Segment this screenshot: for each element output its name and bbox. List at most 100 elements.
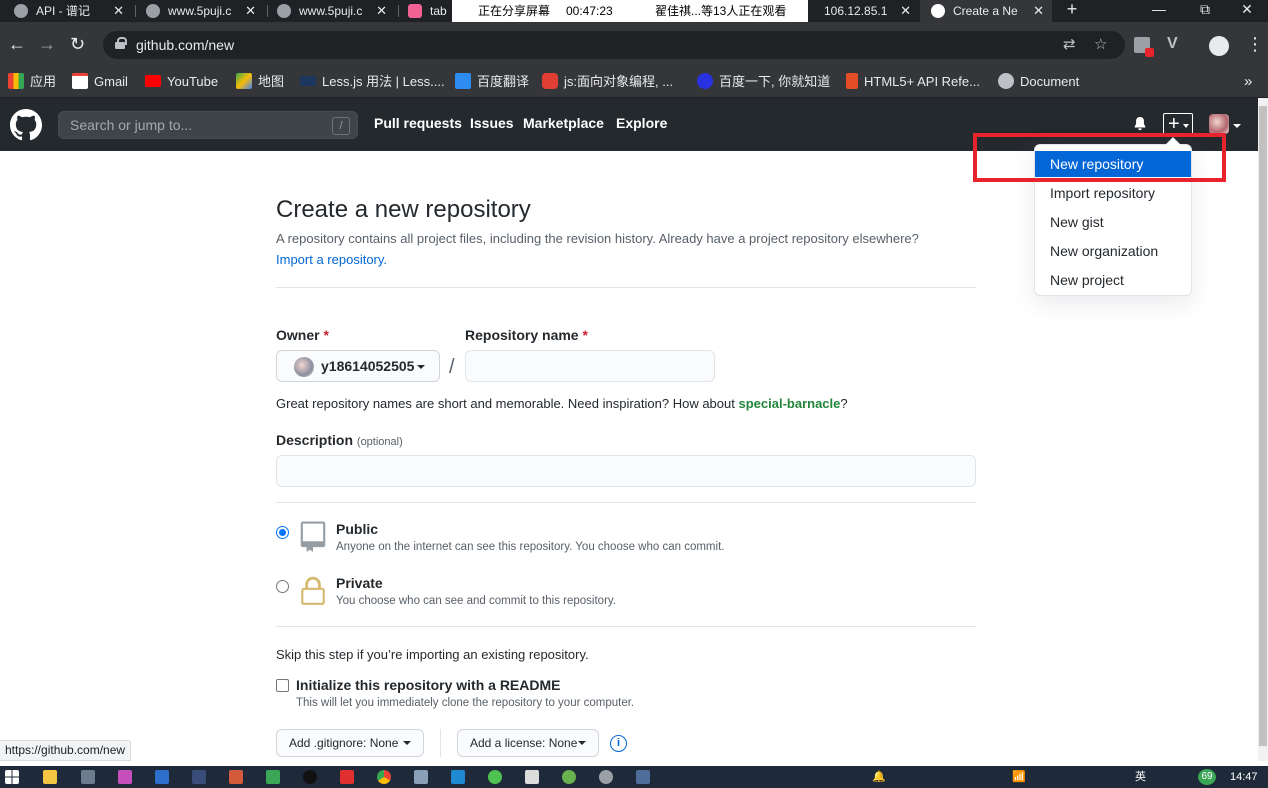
owner-value: y18614052505 [321,358,415,374]
page-scrollbar[interactable] [1258,98,1268,761]
browser-tab[interactable]: 106.12.85.1 ✕ [815,0,919,22]
menu-item-new-project[interactable]: New project [1035,267,1191,293]
bookmark-item[interactable]: 地图 [236,71,284,93]
browser-tab-active[interactable]: Create a Ne ✕ [920,0,1052,22]
lock-icon [115,37,127,49]
globe-icon [998,73,1014,89]
browser-tab[interactable]: www.5puji.c ✕ [277,0,395,22]
bookmark-item[interactable]: Less.js 用法 | Less.... [300,71,445,93]
close-tab-icon[interactable]: ✕ [1033,0,1044,22]
minimize-button[interactable]: — [1136,0,1182,22]
html5-icon [846,73,858,89]
github-logo-icon[interactable] [10,109,42,141]
tray-badge[interactable]: 69 [1198,769,1216,785]
bell-icon[interactable] [1133,117,1147,131]
bookmark-item[interactable]: js:面向对象编程, ... [542,71,673,93]
description-input[interactable] [276,455,976,487]
private-radio[interactable] [276,580,289,593]
bookmark-item[interactable]: 百度一下, 你就知道 [697,71,830,93]
browser-tab[interactable]: API - 谱记 ✕ [14,0,132,22]
app-icon[interactable] [525,770,539,784]
scrollbar-thumb[interactable] [1259,106,1267,746]
menu-dots-icon[interactable]: ⋮ [1246,34,1264,54]
avatar[interactable] [1209,114,1229,134]
url-text[interactable]: github.com/new [136,37,234,53]
browser-tab[interactable]: www.5puji.c ✕ [146,0,264,22]
profile-icon[interactable] [1209,36,1229,56]
required-mark: * [323,327,329,343]
app-icon[interactable] [192,770,206,784]
translate-icon[interactable]: ⇄ [1063,37,1076,53]
xmind-icon[interactable] [340,770,354,784]
back-icon[interactable]: ← [8,34,26,54]
vimium-icon[interactable]: V [1167,34,1178,54]
search-input[interactable] [59,112,329,138]
app-icon[interactable] [155,770,169,784]
nav-explore[interactable]: Explore [616,115,667,131]
app-icon[interactable] [118,770,132,784]
menu-item-import-repository[interactable]: Import repository [1035,180,1191,206]
info-icon[interactable]: i [610,735,627,752]
readme-label[interactable]: Initialize this repository with a README [296,677,560,693]
optional-hint: (optional) [356,436,403,448]
owner-select[interactable]: y18614052505 [276,350,440,382]
lock-icon [301,576,325,605]
gitignore-select[interactable]: Add .gitignore: None [276,729,424,757]
close-window-button[interactable]: ✕ [1224,0,1268,22]
bookmark-item[interactable]: 应用 [8,71,56,93]
divider [276,502,976,503]
owner-label: Owner * [276,327,329,343]
app-icon[interactable] [414,770,428,784]
import-repository-link[interactable]: Import a repository. [276,252,387,267]
app-icon[interactable] [636,770,650,784]
tab-title: API - 谱记 [36,4,91,18]
maximize-button[interactable]: ⧉ [1182,0,1228,22]
forward-icon[interactable]: → [38,34,56,54]
close-tab-icon[interactable]: ✕ [245,0,256,22]
close-tab-icon[interactable]: ✕ [900,0,911,22]
bookmark-item[interactable]: YouTube [145,71,218,93]
bookmark-item[interactable]: Document [998,71,1079,93]
chrome-icon[interactable] [377,770,391,784]
qq-icon[interactable] [303,770,317,784]
app-icon[interactable] [488,770,502,784]
new-tab-button[interactable]: + [1050,0,1094,22]
chevron-down-icon[interactable] [1233,124,1241,128]
clock[interactable]: 14:47 [1230,769,1258,785]
bookmarks-overflow-button[interactable]: » [1244,71,1252,93]
public-radio[interactable] [276,526,289,539]
input-method-indicator[interactable]: 英 [1135,769,1146,785]
license-select[interactable]: Add a license: None [457,729,599,757]
globe-icon [277,4,291,18]
app-icon[interactable] [229,770,243,784]
windows-start-icon[interactable] [5,770,19,784]
bookmark-label: YouTube [167,74,219,89]
github-search[interactable]: / [58,111,358,139]
nav-pull-requests[interactable]: Pull requests [374,115,462,131]
menu-item-new-organization[interactable]: New organization [1035,238,1191,264]
repository-name-input[interactable] [465,350,715,382]
file-explorer-icon[interactable] [43,770,57,784]
bookmark-item[interactable]: 百度翻译 [455,71,529,93]
app-icon[interactable] [599,770,613,784]
nav-issues[interactable]: Issues [470,115,514,131]
close-tab-icon[interactable]: ✕ [113,0,124,22]
browser-tab[interactable]: tab [408,0,452,22]
address-bar[interactable]: github.com/new ⇄ ☆ [103,31,1125,59]
app-icon[interactable] [562,770,576,784]
app-icon[interactable] [81,770,95,784]
app-icon[interactable] [266,770,280,784]
star-icon[interactable]: ☆ [1094,37,1107,53]
notification-icon[interactable]: 🔔 [872,769,886,785]
bookmark-item[interactable]: HTML5+ API Refe... [846,71,980,93]
page-title: Create a new repository [276,196,531,223]
bookmark-item[interactable]: Gmail [72,71,128,93]
readme-description: This will let you immediately clone the … [296,697,635,709]
close-tab-icon[interactable]: ✕ [376,0,387,22]
menu-item-new-gist[interactable]: New gist [1035,209,1191,235]
nav-marketplace[interactable]: Marketplace [523,115,604,131]
vscode-icon[interactable] [451,770,465,784]
network-icon[interactable]: 📶 [1012,769,1026,785]
readme-checkbox[interactable] [276,679,289,692]
reload-icon[interactable]: ↻ [70,34,85,54]
